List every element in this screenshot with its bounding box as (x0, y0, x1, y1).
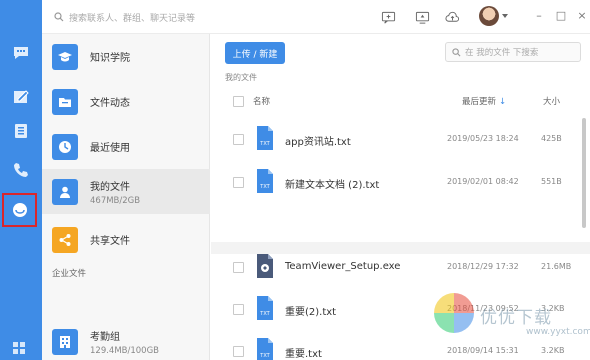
minimize-button[interactable]: – (533, 10, 545, 22)
svg-text:TXT: TXT (259, 141, 270, 147)
nav-label: 文件动态 (90, 98, 130, 109)
watermark: 优优下载 www.yyxt.com (430, 285, 590, 360)
nav-item-attendance-group[interactable]: 考勤组 129.4MB/100GB (42, 324, 210, 360)
global-search-placeholder: 搜索联系人、群组、聊天记录等 (69, 13, 196, 24)
file-date: 2019/05/23 18:24 (447, 134, 519, 143)
enterprise-files-heading: 企业文件 (52, 269, 87, 279)
file-name[interactable]: 新建文本文档 (2).txt (285, 176, 379, 191)
txt-file-icon: TXT (257, 126, 273, 150)
screen-share-button[interactable] (414, 9, 430, 25)
svg-text:TXT: TXT (259, 184, 270, 190)
nav-label: 考勤组 (90, 332, 120, 343)
upload-new-button[interactable]: 上传 / 新建 (225, 42, 285, 64)
nav-item-shared-files[interactable]: 共享文件 (42, 217, 210, 262)
nav-label: 共享文件 (90, 236, 130, 247)
svg-text:TXT: TXT (259, 353, 270, 359)
add-chat-icon (381, 11, 395, 23)
folder-icon (52, 88, 78, 115)
drive-nav-panel: 知识学院 文件动态 最近使用 我的文件 467MB/2GB 共享文件 企业文件 (42, 34, 210, 360)
file-search-placeholder: 在 我的文件 下搜索 (465, 48, 539, 58)
file-name[interactable]: 重要.txt (285, 345, 322, 360)
row-checkbox[interactable] (233, 262, 244, 273)
nav-label: 知识学院 (90, 53, 130, 64)
row-checkbox[interactable] (233, 134, 244, 145)
file-name[interactable]: app资讯站.txt (285, 133, 351, 148)
rail-contacts-button[interactable] (0, 114, 42, 148)
cloud-drive-icon (12, 203, 27, 217)
watermark-text: 优优下载 (480, 308, 552, 328)
file-size: 551B (541, 177, 562, 186)
watermark-logo-icon (434, 293, 474, 333)
svg-text:TXT: TXT (259, 311, 270, 317)
watermark-url: www.yyxt.com (526, 327, 590, 337)
left-rail (0, 0, 42, 360)
rail-chat-button[interactable] (0, 36, 42, 70)
table-row[interactable]: TXT app资讯站.txt 2019/05/23 18:24 425B (225, 120, 575, 160)
table-header: 名称 最后更新 ↓ 大小 (225, 92, 575, 110)
row-checkbox[interactable] (233, 346, 244, 357)
sort-arrow-icon: ↓ (499, 97, 507, 107)
cloud-upload-icon (445, 11, 459, 22)
column-modified[interactable]: 最后更新 ↓ (462, 95, 506, 107)
phone-icon (14, 163, 28, 177)
file-search-input[interactable]: 在 我的文件 下搜索 (445, 42, 581, 62)
top-bar: 搜索联系人、群组、聊天记录等 – □ × (42, 0, 590, 34)
maximize-button[interactable]: □ (555, 10, 567, 22)
scrollbar[interactable] (582, 118, 586, 228)
column-size[interactable]: 大小 (543, 95, 560, 107)
search-icon (54, 12, 64, 22)
building-icon (52, 329, 78, 355)
select-all-checkbox[interactable] (233, 95, 244, 107)
row-checkbox[interactable] (233, 304, 244, 315)
chat-icon (14, 47, 28, 59)
nav-label: 最近使用 (90, 143, 130, 154)
column-name[interactable]: 名称 (253, 95, 270, 107)
column-modified-label: 最后更新 (462, 97, 497, 107)
txt-file-icon: TXT (257, 296, 273, 320)
row-checkbox[interactable] (233, 177, 244, 188)
breadcrumb: 我的文件 (225, 73, 257, 82)
file-date: 2018/12/29 17:32 (447, 262, 519, 271)
share-icon (52, 226, 78, 253)
chevron-down-icon[interactable] (502, 14, 508, 18)
table-row[interactable]: TeamViewer_Setup.exe 2018/12/29 17:32 21… (225, 248, 575, 288)
nav-item-file-activity[interactable]: 文件动态 (42, 79, 210, 124)
file-size: 21.6MB (541, 262, 572, 271)
user-icon (52, 178, 78, 205)
nav-label: 我的文件 (90, 181, 130, 193)
close-button[interactable]: × (576, 10, 588, 22)
clock-icon (52, 133, 78, 160)
exe-file-icon (257, 254, 273, 278)
monitor-icon (415, 11, 429, 24)
nav-item-recent[interactable]: 最近使用 (42, 124, 210, 169)
global-search[interactable]: 搜索联系人、群组、聊天记录等 (54, 9, 254, 25)
table-row[interactable]: TXT 新建文本文档 (2).txt 2019/02/01 08:42 551B (225, 163, 575, 203)
cloud-sync-button[interactable] (444, 9, 460, 25)
file-size: 425B (541, 134, 562, 143)
storage-usage: 129.4MB/100GB (90, 346, 160, 356)
new-chat-button[interactable] (380, 9, 396, 25)
contacts-icon (15, 124, 27, 138)
txt-file-icon: TXT (257, 169, 273, 193)
file-name[interactable]: 重要(2).txt (285, 303, 336, 318)
workspace-icon (14, 90, 29, 103)
nav-item-my-files[interactable]: 我的文件 467MB/2GB (42, 169, 210, 214)
rail-phone-button[interactable] (0, 153, 42, 187)
rail-cloud-drive-button[interactable] (2, 193, 37, 227)
search-icon (452, 47, 461, 56)
file-date: 2019/02/01 08:42 (447, 177, 519, 186)
txt-file-icon: TXT (257, 338, 273, 360)
storage-usage: 467MB/2GB (90, 195, 141, 206)
file-name[interactable]: TeamViewer_Setup.exe (285, 261, 400, 272)
menu-icon[interactable] (11, 340, 31, 356)
nav-item-knowledge[interactable]: 知识学院 (42, 34, 210, 79)
rail-workspace-button[interactable] (0, 80, 42, 114)
graduation-cap-icon (52, 43, 78, 70)
avatar[interactable] (479, 6, 499, 26)
